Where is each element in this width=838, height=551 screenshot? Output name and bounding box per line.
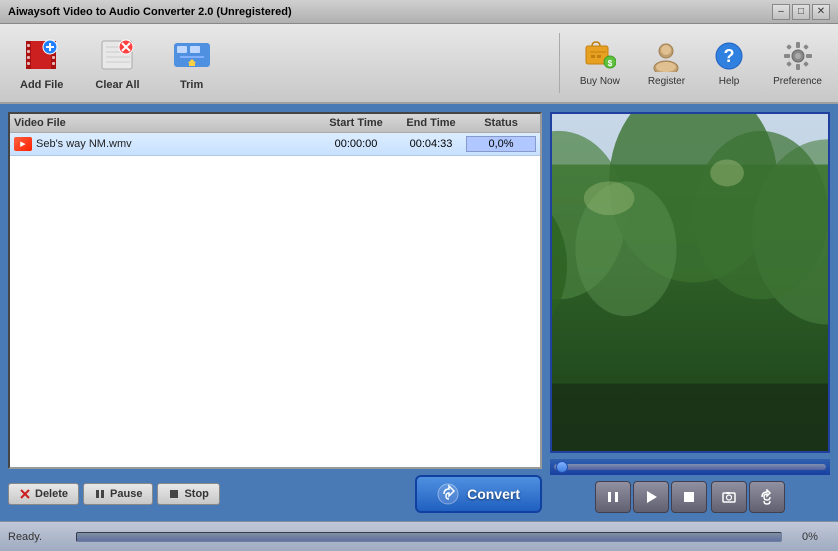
progress-percentage: 0%	[790, 531, 830, 543]
stop-playback-button[interactable]	[671, 481, 707, 513]
buy-now-label: Buy Now	[580, 76, 620, 87]
svg-text:?: ?	[724, 46, 735, 66]
progress-bar-container	[76, 532, 782, 542]
register-icon	[650, 40, 682, 72]
convert-button[interactable]: Convert	[415, 475, 542, 513]
status-text: Ready.	[8, 531, 68, 543]
stop-playback-icon	[681, 489, 697, 505]
buy-now-icon: $	[584, 40, 616, 72]
file-list-container: Video File Start Time End Time Status ▶ …	[8, 112, 542, 469]
trim-icon	[172, 35, 212, 75]
stop-icon	[168, 488, 180, 500]
seek-bar[interactable]	[554, 464, 826, 470]
seek-thumb[interactable]	[556, 461, 568, 473]
screenshot-button[interactable]	[711, 481, 747, 513]
clear-all-button[interactable]: Clear All	[83, 31, 151, 95]
pause-button[interactable]: Pause	[83, 483, 153, 505]
pause-icon	[94, 488, 106, 500]
add-file-button[interactable]: Add File	[8, 31, 75, 95]
pause-playback-button[interactable]	[595, 481, 631, 513]
register-button[interactable]: Register	[640, 36, 693, 91]
minimize-button[interactable]: –	[772, 4, 790, 20]
preference-label: Preference	[773, 76, 822, 87]
svg-text:$: $	[608, 59, 613, 68]
preview-area	[550, 112, 830, 453]
screenshot-icon	[721, 489, 737, 505]
main-playback-group	[595, 481, 707, 513]
window-controls: – □ ✕	[772, 4, 830, 20]
add-file-label: Add File	[20, 79, 63, 91]
file-type-icon: ▶	[14, 137, 32, 151]
status-bar: Ready. 0%	[0, 521, 838, 551]
seek-bar-container	[550, 459, 830, 475]
left-panel: Video File Start Time End Time Status ▶ …	[8, 112, 542, 513]
col-end-header: End Time	[396, 117, 466, 129]
file-name: Seb's way NM.wmv	[36, 138, 316, 150]
main-area: Video File Start Time End Time Status ▶ …	[0, 104, 838, 521]
video-preview	[552, 114, 828, 451]
toolbar-left: Add File Clea	[8, 31, 547, 95]
title-bar: Aiwaysoft Video to Audio Converter 2.0 (…	[0, 0, 838, 24]
close-button[interactable]: ✕	[812, 4, 830, 20]
window-title: Aiwaysoft Video to Audio Converter 2.0 (…	[8, 6, 292, 18]
col-status-header: Status	[466, 117, 536, 129]
preview-svg	[552, 114, 828, 451]
play-icon	[643, 489, 659, 505]
file-start-time: 00:00:00	[316, 138, 396, 150]
maximize-button[interactable]: □	[792, 4, 810, 20]
loop-button[interactable]	[749, 481, 785, 513]
help-icon: ?	[713, 40, 745, 72]
toolbar: Add File Clea	[0, 24, 838, 104]
clear-all-label: Clear All	[95, 79, 139, 91]
convert-icon	[437, 483, 459, 505]
help-button[interactable]: ? Help	[705, 36, 753, 91]
pause-playback-icon	[605, 489, 621, 505]
delete-icon	[19, 488, 31, 500]
delete-button[interactable]: Delete	[8, 483, 79, 505]
clear-all-icon	[98, 35, 138, 75]
buy-now-button[interactable]: $ Buy Now	[572, 36, 628, 91]
col-start-header: Start Time	[316, 117, 396, 129]
extra-playback-group	[711, 481, 785, 513]
file-end-time: 00:04:33	[396, 138, 466, 150]
file-status: 0,0%	[466, 136, 536, 152]
play-button[interactable]	[633, 481, 669, 513]
right-panel	[550, 112, 830, 513]
playback-controls	[550, 481, 830, 513]
toolbar-right: $ Buy Now Register	[572, 36, 830, 91]
preference-icon	[782, 40, 814, 72]
preference-button[interactable]: Preference	[765, 36, 830, 91]
loop-icon	[759, 489, 775, 505]
trim-button[interactable]: Trim	[160, 31, 224, 95]
register-label: Register	[648, 76, 685, 87]
stop-button[interactable]: Stop	[157, 483, 219, 505]
file-list-header: Video File Start Time End Time Status	[10, 114, 540, 133]
trim-label: Trim	[180, 79, 203, 91]
help-label: Help	[719, 76, 740, 87]
col-video-header: Video File	[14, 117, 316, 129]
action-buttons: Delete Pause Stop	[8, 475, 542, 513]
table-row[interactable]: ▶ Seb's way NM.wmv 00:00:00 00:04:33 0,0…	[10, 133, 540, 156]
add-file-icon	[22, 35, 62, 75]
toolbar-separator	[559, 33, 560, 93]
